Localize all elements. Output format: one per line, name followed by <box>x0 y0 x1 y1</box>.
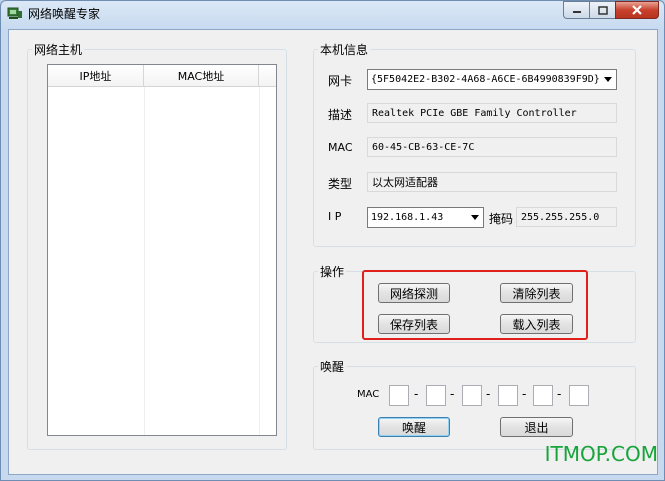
mask-label: 掩码 <box>489 212 514 226</box>
wake-group: 唤醒 <box>313 358 636 450</box>
dropdown-arrow-icon <box>471 215 479 220</box>
watermark-text: ITMOP.COM <box>544 442 658 466</box>
mac-octet-5-input[interactable] <box>533 385 553 406</box>
window-title: 网络唤醒专家 <box>28 7 101 21</box>
client-area: 网络主机 IP地址 MAC地址 本机信息 网卡 {5F5042E2-B302-4… <box>8 29 658 475</box>
desc-label: 描述 <box>328 108 353 122</box>
dropdown-arrow-icon <box>604 77 612 82</box>
mask-value: 255.255.255.0 <box>521 211 600 223</box>
operations-group-title: 操作 <box>318 263 347 280</box>
minimize-icon <box>572 11 581 13</box>
mac-info-field: 60-45-CB-63-CE-7C <box>367 137 617 157</box>
type-field: 以太网适配器 <box>367 172 617 192</box>
desc-value: Realtek PCIe GBE Family Controller <box>372 107 577 119</box>
highlight-frame <box>362 270 588 340</box>
mac-octet-3-input[interactable] <box>462 385 482 406</box>
mac-separator: - <box>557 387 562 401</box>
nic-value: {5F5042E2-B302-4A68-A6CE-6B4990839F9D} <box>371 74 600 85</box>
mac-octet-6-input[interactable] <box>569 385 589 406</box>
grid-line <box>144 87 145 435</box>
maximize-icon <box>597 5 608 15</box>
desc-field: Realtek PCIe GBE Family Controller <box>367 103 617 123</box>
close-button[interactable] <box>615 1 659 19</box>
ip-value: 192.168.1.43 <box>371 212 444 223</box>
nic-select[interactable]: {5F5042E2-B302-4A68-A6CE-6B4990839F9D} <box>367 69 617 90</box>
mac-octet-2-input[interactable] <box>426 385 446 406</box>
column-filler-header <box>259 65 276 87</box>
ip-label: I P <box>328 210 342 223</box>
close-icon <box>632 5 642 15</box>
wake-group-title: 唤醒 <box>318 358 347 375</box>
maximize-button[interactable] <box>589 1 615 19</box>
column-ip-header[interactable]: IP地址 <box>48 65 144 87</box>
type-value: 以太网适配器 <box>372 176 438 189</box>
mac-info-value: 60-45-CB-63-CE-7C <box>372 141 475 153</box>
mac-octet-1-input[interactable] <box>389 385 409 406</box>
main-window: 网络唤醒专家 网络主机 IP地址 MAC地址 本机信息 网卡 {5F5042E2… <box>0 0 665 481</box>
grid-line <box>276 87 277 435</box>
mac-info-label: MAC <box>328 141 353 154</box>
app-network-icon <box>7 7 22 19</box>
title-bar[interactable]: 网络唤醒专家 <box>1 1 664 29</box>
column-mac-header[interactable]: MAC地址 <box>144 65 259 87</box>
host-list-header: IP地址 MAC地址 <box>48 65 276 87</box>
mac-separator: - <box>450 387 455 401</box>
mask-field: 255.255.255.0 <box>516 207 617 227</box>
nic-label: 网卡 <box>328 74 353 88</box>
mac-separator: - <box>414 387 419 401</box>
wake-button[interactable]: 唤醒 <box>378 417 450 437</box>
local-info-group-title: 本机信息 <box>318 41 371 58</box>
ip-select[interactable]: 192.168.1.43 <box>367 207 484 228</box>
hosts-group-title: 网络主机 <box>32 41 85 58</box>
grid-line <box>259 87 260 435</box>
exit-button[interactable]: 退出 <box>500 417 573 437</box>
mac-separator: - <box>522 387 527 401</box>
type-label: 类型 <box>328 177 353 191</box>
minimize-button[interactable] <box>563 1 589 19</box>
mac-separator: - <box>486 387 491 401</box>
mac-octet-4-input[interactable] <box>498 385 518 406</box>
wake-mac-label: MAC <box>357 389 380 400</box>
host-list[interactable]: IP地址 MAC地址 <box>47 64 277 436</box>
